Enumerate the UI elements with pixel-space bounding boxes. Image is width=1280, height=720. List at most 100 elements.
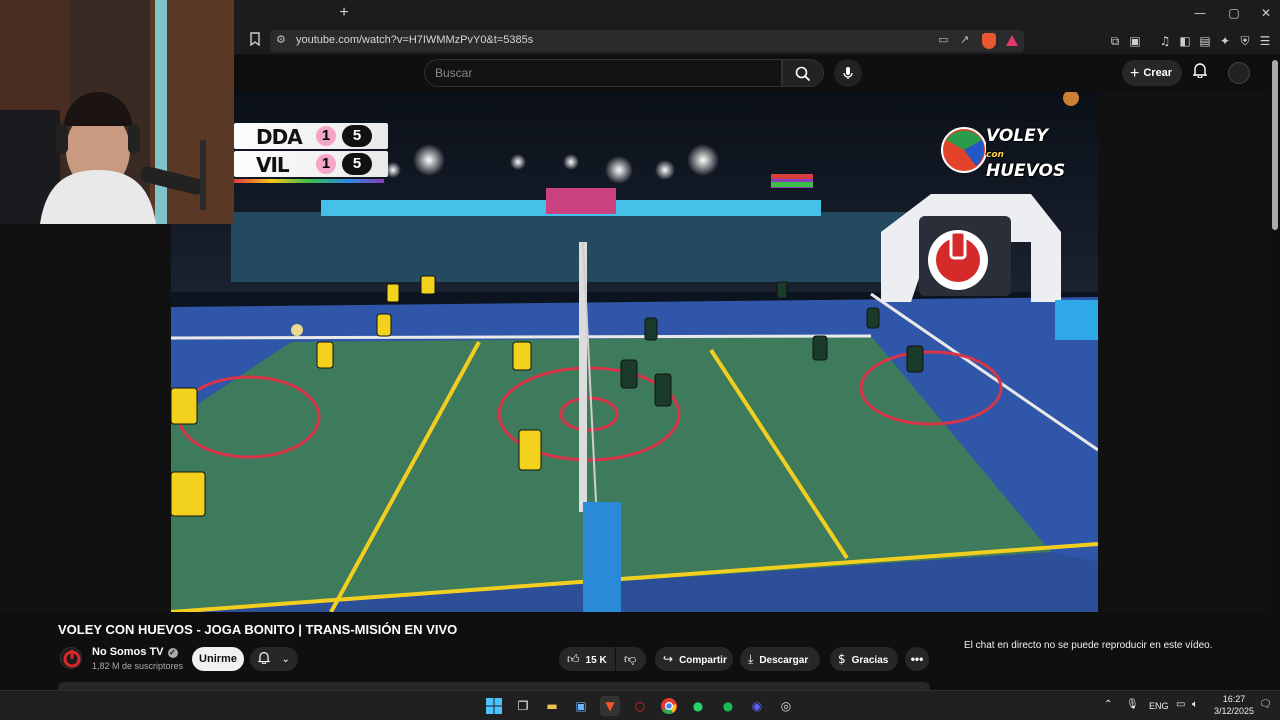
search-input[interactable] bbox=[425, 60, 781, 86]
opera-button[interactable]: ○ bbox=[630, 696, 650, 716]
chevron-up-icon[interactable]: ⌃ bbox=[1104, 699, 1112, 710]
obs-icon: ◎ bbox=[780, 699, 792, 713]
volleyball-logo-icon bbox=[941, 127, 987, 173]
thumbs-up-icon: 👍︎ bbox=[567, 652, 580, 666]
store-button[interactable]: ▣ bbox=[571, 696, 591, 716]
microphone-icon bbox=[843, 67, 853, 79]
chevron-down-icon: ⌄ bbox=[281, 654, 290, 665]
verified-icon: ✓ bbox=[167, 648, 178, 658]
more-actions-button[interactable]: ••• bbox=[905, 647, 929, 671]
menu-icon[interactable]: ☰ bbox=[1256, 32, 1274, 50]
vpn-shield-icon[interactable]: ⛨ bbox=[1236, 32, 1254, 50]
leo-ai-icon[interactable]: ✦ bbox=[1216, 32, 1234, 50]
minimize-button[interactable]: — bbox=[1188, 4, 1212, 22]
super-thanks-icon: $ bbox=[838, 652, 846, 666]
channel-power-logo-icon bbox=[63, 650, 81, 668]
system-clock[interactable]: 16:27 3/12/2025 bbox=[1212, 693, 1256, 717]
sidebar-icon[interactable]: ◧ bbox=[1176, 32, 1194, 50]
youtube-header: +Crear bbox=[234, 54, 1270, 92]
windows-logo-icon bbox=[486, 698, 502, 714]
channel-name[interactable]: No Somos TV ✓ bbox=[92, 646, 178, 658]
channel-avatar[interactable] bbox=[60, 647, 82, 669]
account-avatar[interactable] bbox=[1228, 62, 1250, 84]
watermark-con: con bbox=[986, 150, 1004, 160]
store-bag-icon: ▣ bbox=[575, 699, 587, 713]
page-scrollbar[interactable] bbox=[1270, 54, 1280, 690]
maximize-button[interactable]: ▢ bbox=[1222, 4, 1246, 22]
download-button[interactable]: ⤓ Descargar bbox=[740, 647, 820, 671]
subscription-bell-button[interactable]: ⌄ bbox=[250, 647, 298, 671]
extensions-icon[interactable]: ⧉ bbox=[1106, 32, 1124, 50]
subscriber-count: 1,82 M de suscriptores bbox=[92, 661, 184, 671]
description-box[interactable] bbox=[58, 682, 930, 690]
create-button[interactable]: + Crear bbox=[1122, 60, 1182, 86]
notification-center-icon[interactable]: 🗨︎ bbox=[1259, 699, 1272, 710]
browser-tab-bar: + — ▢ ✕ bbox=[234, 0, 1280, 28]
wallet-icon[interactable]: ▣ bbox=[1126, 32, 1144, 50]
file-explorer-button[interactable]: ▬ bbox=[542, 696, 562, 716]
volume-icon[interactable]: 🔈︎ bbox=[1192, 699, 1198, 710]
discord-button[interactable]: ◉ bbox=[747, 696, 767, 716]
bell-icon bbox=[257, 652, 271, 665]
scoreboard-row: VIL 1 5 bbox=[234, 151, 388, 177]
obs-button[interactable]: ◎ bbox=[776, 696, 796, 716]
watermark-line2: HUEVOS bbox=[986, 161, 1066, 181]
windows-taskbar: ❐ ▬ ▣ ▼ ○ ● ● ◉ ◎ ⌃ 🎙︎ ENG ▭ 🔈︎ 16:27 3/… bbox=[0, 690, 1280, 720]
start-button[interactable] bbox=[484, 696, 504, 716]
like-count: 15 K bbox=[585, 655, 607, 666]
spotify-icon: ● bbox=[722, 699, 734, 713]
task-view-button[interactable]: ❐ bbox=[513, 696, 533, 716]
video-title: VOLEY CON HUEVOS - JOGA BONITO | TRANS-M… bbox=[58, 622, 458, 637]
close-window-button[interactable]: ✕ bbox=[1254, 4, 1278, 22]
team-points: 5 bbox=[342, 125, 372, 147]
brave-browser-button[interactable]: ▼ bbox=[600, 696, 620, 716]
team-points: 5 bbox=[342, 153, 372, 175]
notifications-bell-icon[interactable] bbox=[1190, 62, 1210, 82]
team-name: VIL bbox=[256, 153, 290, 177]
wallet2-icon[interactable]: ▤ bbox=[1196, 32, 1214, 50]
like-button[interactable]: 👍︎ 15 K bbox=[559, 647, 615, 671]
language-indicator[interactable]: ENG bbox=[1149, 701, 1169, 711]
thanks-button[interactable]: $ Gracias bbox=[830, 647, 898, 671]
search-icon bbox=[795, 66, 811, 82]
spotify-button[interactable]: ● bbox=[718, 696, 738, 716]
bookmark-icon[interactable] bbox=[246, 32, 264, 50]
share-button[interactable]: ↪ Compartir bbox=[655, 647, 733, 671]
watermark-text: VOLEY con HUEVOS bbox=[986, 128, 1070, 181]
voice-search-button[interactable] bbox=[834, 59, 862, 87]
clock-date: 3/12/2025 bbox=[1213, 706, 1255, 716]
thumbs-down-icon: 👎︎ bbox=[624, 652, 637, 666]
browser-toolbar: ⚙ youtube.com/watch?v=H7IWMMzPvY0&t=5385… bbox=[234, 28, 1280, 54]
dislike-button[interactable]: 👎︎ bbox=[616, 647, 646, 671]
chrome-button[interactable] bbox=[659, 696, 679, 716]
brave-shields-icon[interactable] bbox=[982, 33, 996, 49]
new-tab-button[interactable]: + bbox=[334, 3, 354, 23]
microphone-tray-icon[interactable]: 🎙︎ bbox=[1126, 699, 1139, 710]
search-box[interactable] bbox=[424, 59, 782, 87]
webcam-overlay bbox=[0, 0, 234, 224]
screen: + — ▢ ✕ ⚙ youtube.com/watch?v=H7IWMMzPvY… bbox=[0, 0, 1280, 720]
whatsapp-button[interactable]: ● bbox=[688, 696, 708, 716]
channel-watermark-logo: VOLEY con HUEVOS bbox=[940, 120, 1070, 181]
channel-name-text: No Somos TV bbox=[92, 646, 164, 658]
site-settings-icon[interactable]: ⚙ bbox=[276, 33, 286, 46]
chat-disabled-notice: El chat en directo no se puede reproduci… bbox=[964, 640, 1213, 651]
search-button[interactable] bbox=[782, 59, 824, 87]
scrollbar-thumb[interactable] bbox=[1272, 60, 1278, 230]
music-icon[interactable]: ♫ bbox=[1156, 32, 1174, 50]
scoreboard-row: DDA 1 5 bbox=[234, 123, 388, 149]
brave-rewards-icon[interactable] bbox=[1006, 35, 1018, 46]
join-button[interactable]: Unirme bbox=[192, 647, 244, 671]
cast-icon[interactable]: ▭ bbox=[938, 33, 948, 46]
share-page-icon[interactable]: ↗ bbox=[960, 33, 969, 46]
rainbow-strip bbox=[234, 179, 384, 183]
download-icon: ⤓ bbox=[748, 652, 754, 666]
whatsapp-icon: ● bbox=[692, 699, 704, 713]
task-view-icon: ❐ bbox=[517, 699, 529, 713]
thanks-label: Gracias bbox=[851, 655, 889, 666]
team-sets: 1 bbox=[316, 126, 336, 146]
address-bar[interactable]: ⚙ youtube.com/watch?v=H7IWMMzPvY0&t=5385… bbox=[270, 30, 1024, 52]
clock-time: 16:27 bbox=[1222, 694, 1246, 704]
network-icon[interactable]: ▭ bbox=[1176, 699, 1185, 710]
plus-icon: + bbox=[1130, 65, 1140, 82]
